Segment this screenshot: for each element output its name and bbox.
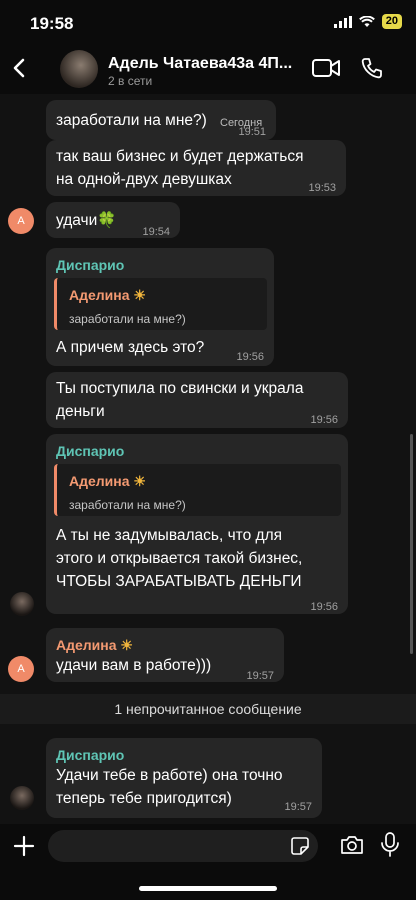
scrollbar[interactable]: [410, 434, 413, 654]
message-text: Удачи тебе в работе) она точно: [56, 767, 283, 784]
sun-emoji-icon: ☀: [133, 473, 146, 489]
message-text: этого и открывается такой бизнес,: [56, 550, 303, 567]
message-text: так ваш бизнес и будет держаться: [56, 148, 304, 165]
reply-quote[interactable]: Аделина ☀ заработали на мне?): [54, 278, 267, 330]
clover-emoji-icon: 🍀: [97, 212, 117, 229]
plus-icon[interactable]: [12, 834, 36, 858]
composer-bar: [0, 824, 416, 900]
message-bubble[interactable]: удачи🍀 19:54: [46, 202, 180, 238]
video-call-icon[interactable]: [312, 58, 340, 78]
contact-avatar[interactable]: [60, 50, 98, 88]
message-bubble[interactable]: Диспарио Удачи тебе в работе) она точно …: [46, 738, 322, 818]
phone-icon[interactable]: [360, 56, 384, 80]
contact-name[interactable]: Адель Чатаева43а 4П...: [108, 55, 298, 73]
message-text: удачи: [56, 212, 98, 229]
sender-avatar[interactable]: А: [8, 656, 34, 682]
message-text: Ты поступила по свински и украла: [56, 380, 304, 397]
contact-status: 2 в сети: [108, 74, 153, 88]
message-text: А ты не задумывалась, что для: [56, 527, 283, 544]
message-text: на одной-двух девушках: [56, 171, 232, 188]
message-bubble[interactable]: Диспарио Аделина ☀ заработали на мне?) А…: [46, 434, 348, 614]
sender-avatar-photo[interactable]: [10, 786, 34, 810]
microphone-icon[interactable]: [380, 832, 400, 858]
message-time: 19:56: [236, 351, 264, 363]
message-text: удачи🍀: [56, 209, 117, 232]
wifi-icon: [358, 15, 375, 27]
message-bubble[interactable]: Ты поступила по свински и украла деньги …: [46, 372, 348, 428]
message-bubble[interactable]: так ваш бизнес и будет держаться на одно…: [46, 140, 346, 196]
back-icon[interactable]: [8, 56, 32, 80]
message-time: 19:57: [246, 670, 274, 682]
message-time: 19:56: [310, 601, 338, 613]
sender-avatar-photo[interactable]: [10, 592, 34, 616]
quote-author: Аделина ☀: [69, 287, 146, 303]
quote-text: заработали на мне?): [69, 312, 186, 326]
quote-author: Аделина ☀: [69, 473, 146, 489]
message-bubble[interactable]: Аделина ☀ удачи вам в работе))) 19:57: [46, 628, 284, 682]
message-bubble[interactable]: Диспарио Аделина ☀ заработали на мне?) А…: [46, 248, 274, 366]
signal-icon: [333, 15, 352, 28]
message-text: А причем здесь это?: [56, 339, 205, 356]
unread-separator: 1 непрочитанное сообщение: [0, 694, 416, 724]
home-indicator: [139, 886, 277, 891]
sender-name: Диспарио: [56, 443, 125, 459]
message-time: 19:54: [142, 226, 170, 238]
status-bar: 19:58 20: [0, 0, 416, 44]
unread-label: 1 непрочитанное сообщение: [114, 701, 302, 717]
message-bubble[interactable]: заработали на мне?) 19:51 Сегодня: [46, 100, 276, 140]
sun-emoji-icon: ☀: [133, 287, 146, 303]
message-text: удачи вам в работе))): [56, 657, 212, 674]
status-time: 19:58: [30, 14, 74, 33]
camera-icon[interactable]: [340, 834, 364, 856]
date-separator: Сегодня: [220, 117, 263, 129]
message-time: 19:53: [308, 182, 336, 194]
reply-quote[interactable]: Аделина ☀ заработали на мне?): [54, 464, 341, 516]
message-input[interactable]: [48, 830, 318, 862]
message-text: теперь тебе пригодится): [56, 790, 232, 807]
sender-name: Диспарио: [56, 257, 125, 273]
message-time: 19:56: [310, 414, 338, 426]
message-text: деньги: [56, 403, 105, 420]
status-indicators: 20: [333, 14, 402, 29]
chat-header: Адель Чатаева43а 4П... 2 в сети: [0, 44, 416, 94]
sticker-icon[interactable]: [290, 836, 310, 856]
sender-avatar[interactable]: А: [8, 208, 34, 234]
chat-area[interactable]: заработали на мне?) 19:51 Сегодня так ва…: [0, 94, 416, 824]
message-text: ЧТОБЫ ЗАРАБАТЫВАТЬ ДЕНЬГИ: [56, 573, 302, 590]
battery-indicator: 20: [381, 14, 402, 29]
sun-emoji-icon: ☀: [120, 637, 133, 653]
quote-text: заработали на мне?): [69, 498, 186, 512]
message-text: заработали на мне?): [56, 112, 207, 129]
message-time: 19:57: [284, 801, 312, 813]
